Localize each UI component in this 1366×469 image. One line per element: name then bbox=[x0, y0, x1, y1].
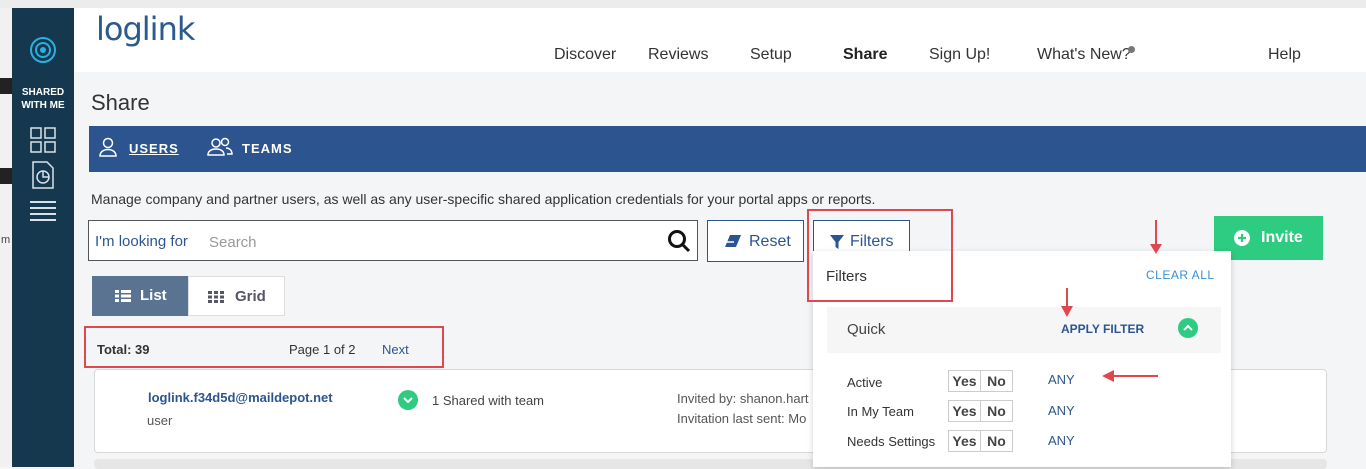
window-left-edge: m bbox=[0, 8, 12, 467]
grid-label: Grid bbox=[235, 288, 266, 305]
active-no[interactable]: No bbox=[980, 371, 1012, 391]
nav-help[interactable]: Help bbox=[1268, 46, 1301, 64]
annotation-arrow-apply bbox=[1061, 288, 1073, 317]
shared-with-me-label[interactable]: SHARED WITH ME bbox=[12, 86, 74, 112]
search-icon[interactable] bbox=[667, 229, 691, 258]
user-email[interactable]: loglink.f34d5d@maildepot.net bbox=[148, 390, 333, 405]
reset-label: Reset bbox=[749, 233, 791, 250]
apply-filter-button[interactable]: APPLY FILTER bbox=[1061, 322, 1144, 336]
tab-teams[interactable]: TEAMS bbox=[242, 141, 293, 156]
active-yes[interactable]: Yes bbox=[949, 371, 980, 391]
nav-discover[interactable]: Discover bbox=[554, 46, 616, 64]
invite-label: Invite bbox=[1261, 229, 1303, 246]
settings-yes[interactable]: Yes bbox=[949, 431, 980, 451]
grid-view-icon[interactable] bbox=[30, 127, 56, 158]
top-header bbox=[74, 8, 1366, 72]
nav-whats-new[interactable]: What's New? bbox=[1037, 46, 1131, 64]
search-input[interactable] bbox=[207, 229, 651, 255]
filter-label-in-my-team: In My Team bbox=[847, 404, 914, 419]
list-view-toggle[interactable]: List bbox=[92, 276, 188, 316]
team-icon bbox=[207, 137, 233, 162]
annotation-box-pagination bbox=[84, 326, 444, 368]
shared-with-team: 1 Shared with team bbox=[432, 393, 545, 408]
invitation-last-sent: Invitation last sent: Mo bbox=[677, 411, 807, 426]
report-icon[interactable] bbox=[31, 161, 55, 194]
list-icon[interactable] bbox=[30, 200, 56, 227]
annotation-arrow-any bbox=[1102, 370, 1158, 382]
settings-any[interactable]: ANY bbox=[1048, 433, 1075, 448]
user-role: user bbox=[147, 413, 173, 428]
filter-label-active: Active bbox=[847, 375, 883, 390]
grid-view-toggle[interactable]: Grid bbox=[188, 276, 285, 316]
quick-section-title: Quick bbox=[847, 321, 886, 338]
annotation-box-filters bbox=[807, 209, 953, 302]
edge-glyph: m bbox=[1, 234, 11, 246]
collapse-chevron-icon[interactable] bbox=[1178, 318, 1198, 338]
settings-yes-no-toggle[interactable]: Yes No bbox=[948, 430, 1013, 452]
settings-no[interactable]: No bbox=[980, 431, 1012, 451]
active-yes-no-toggle[interactable]: Yes No bbox=[948, 370, 1013, 392]
search-label: I'm looking for bbox=[95, 233, 188, 250]
invited-by: Invited by: shanon.hart bbox=[677, 391, 809, 406]
active-any[interactable]: ANY bbox=[1048, 372, 1075, 387]
clear-all-link[interactable]: CLEAR ALL bbox=[1146, 268, 1215, 282]
annotation-arrow-clear-all bbox=[1150, 220, 1162, 254]
team-any[interactable]: ANY bbox=[1048, 403, 1075, 418]
page-description: Manage company and partner users, as wel… bbox=[91, 191, 876, 207]
reset-button[interactable]: Reset bbox=[707, 220, 804, 262]
list-grid-icon bbox=[115, 289, 131, 306]
team-yes-no-toggle[interactable]: Yes No bbox=[948, 400, 1013, 422]
team-yes[interactable]: Yes bbox=[949, 401, 980, 421]
nav-reviews[interactable]: Reviews bbox=[648, 46, 708, 64]
logo[interactable]: loglink bbox=[96, 10, 195, 48]
user-icon bbox=[99, 137, 117, 162]
sidebar: SHARED WITH ME bbox=[12, 8, 74, 467]
page-title: Share bbox=[91, 90, 150, 115]
notification-dot bbox=[1128, 46, 1135, 53]
tab-users[interactable]: USERS bbox=[129, 141, 179, 156]
list-label: List bbox=[140, 287, 167, 304]
nav-sign-up[interactable]: Sign Up! bbox=[929, 46, 990, 64]
eraser-icon bbox=[724, 234, 742, 253]
nav-share[interactable]: Share bbox=[843, 46, 887, 64]
search-box: I'm looking for bbox=[88, 220, 698, 261]
team-no[interactable]: No bbox=[980, 401, 1012, 421]
filter-label-needs-settings: Needs Settings bbox=[847, 434, 936, 449]
target-icon[interactable] bbox=[29, 36, 57, 69]
nav-setup[interactable]: Setup bbox=[750, 46, 792, 64]
quick-section-header bbox=[827, 307, 1221, 353]
check-icon[interactable] bbox=[398, 390, 418, 410]
plus-icon bbox=[1234, 230, 1250, 246]
grid-icon bbox=[208, 290, 224, 307]
